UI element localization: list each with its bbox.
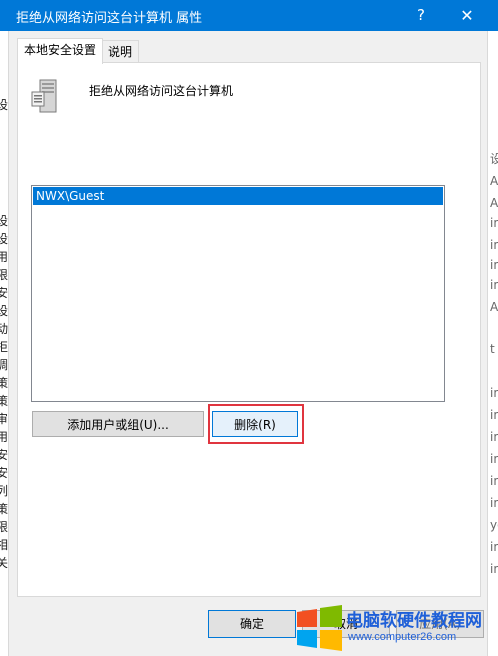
ok-button[interactable]: 确定 [208, 610, 296, 638]
help-button[interactable]: ? [398, 0, 444, 31]
account-listbox[interactable]: NWX\Guest [31, 185, 445, 402]
watermark-url: www.computer26.com [348, 631, 457, 643]
close-button[interactable]: ✕ [444, 0, 490, 31]
windows-logo-icon [297, 605, 342, 651]
title-bar[interactable]: 拒绝从网络访问这台计算机 属性 ? ✕ [0, 0, 498, 31]
watermark-brand: 电脑软硬件教程网 [346, 611, 482, 631]
list-item-account[interactable]: NWX\Guest [33, 187, 443, 205]
remove-button[interactable]: 删除(R) [212, 411, 298, 437]
site-watermark: 电脑软硬件教程网 www.computer26.com [292, 600, 498, 656]
tab-local-security-setting[interactable]: 本地安全设置 [17, 38, 104, 64]
policy-name: 拒绝从网络访问这台计算机 [89, 84, 234, 98]
properties-dialog: 拒绝从网络访问这台计算机 属性 ? ✕ 本地安全设置 说明 拒绝从网络访问这台计… [0, 0, 498, 656]
tab-explain[interactable]: 说明 [101, 40, 140, 63]
window-title: 拒绝从网络访问这台计算机 属性 [16, 11, 203, 26]
add-user-or-group-button[interactable]: 添加用户或组(U)... [32, 411, 204, 437]
server-policy-icon [31, 79, 57, 113]
